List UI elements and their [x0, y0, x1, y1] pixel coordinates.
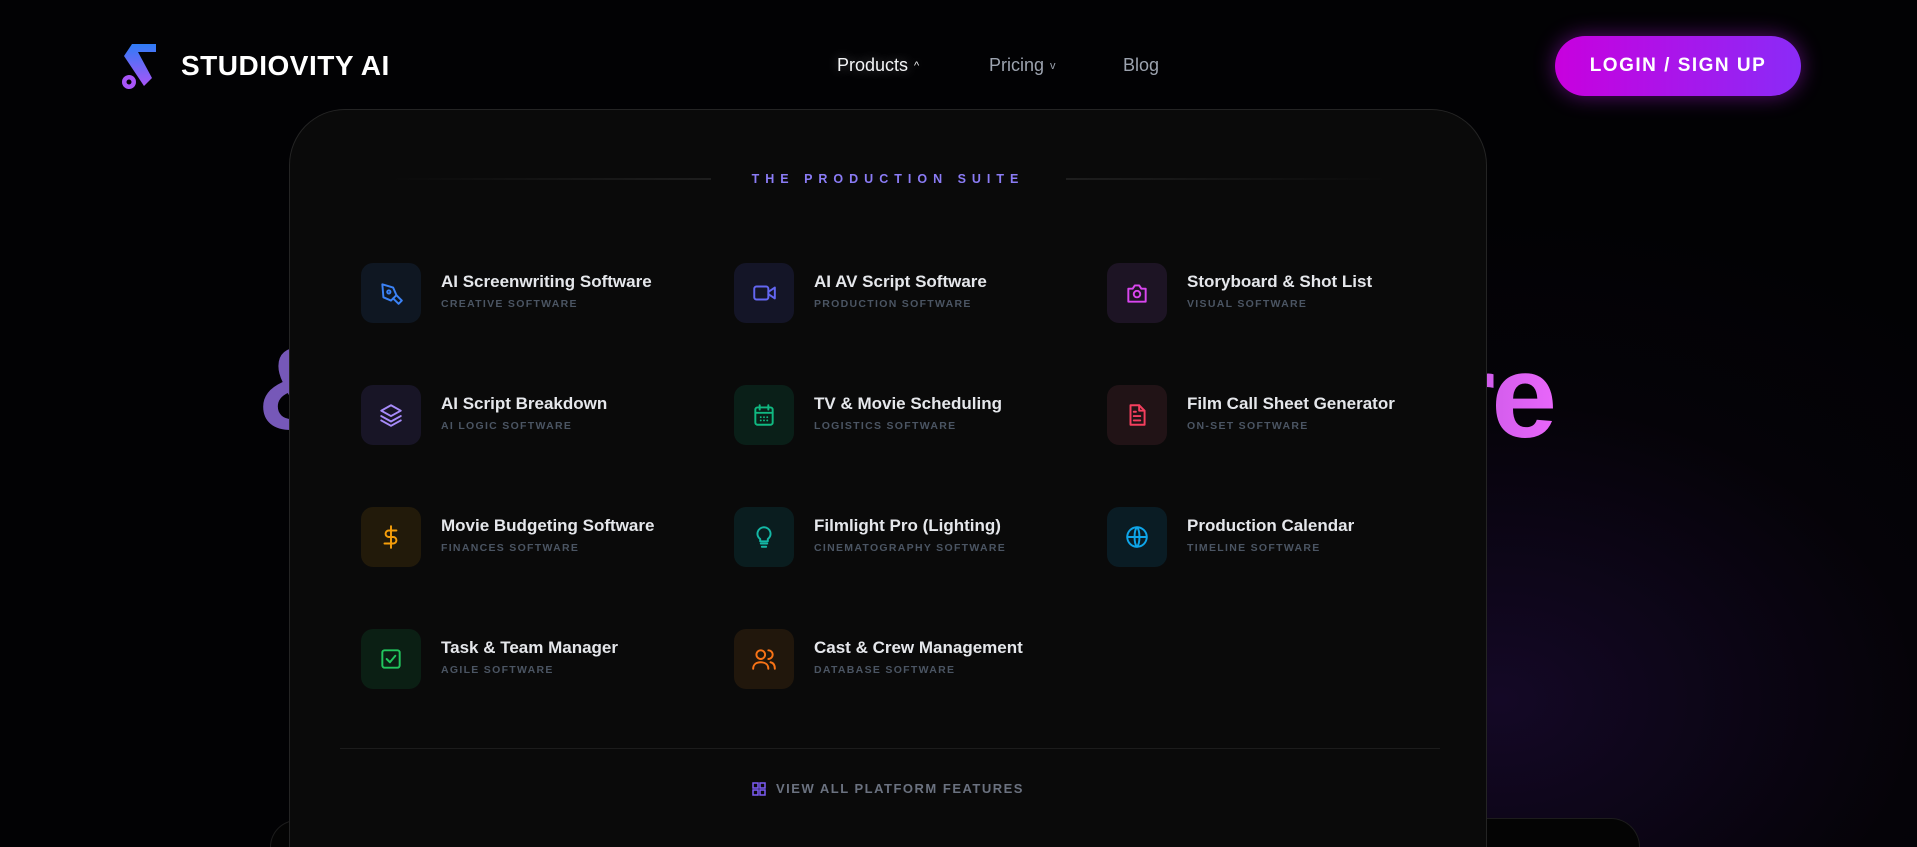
dollar-icon — [383, 525, 398, 549]
users-icon-box — [734, 629, 794, 689]
pen-icon-box — [361, 263, 421, 323]
product-title: AI AV Script Software — [814, 272, 987, 291]
suite-title: THE PRODUCTION SUITE — [751, 172, 1025, 186]
checkbox-icon — [381, 649, 401, 669]
product-title: AI Screenwriting Software — [441, 272, 652, 291]
product-category: DATABASE SOFTWARE — [814, 664, 956, 676]
product-title: Movie Budgeting Software — [441, 516, 655, 535]
camera-icon — [1127, 284, 1147, 303]
products-dropdown-panel: THE PRODUCTION SUITE AI Screenwriting So… — [289, 109, 1487, 847]
chevron-up-icon: ^ — [914, 59, 920, 72]
product-category: AI LOGIC SOFTWARE — [441, 420, 573, 432]
product-item[interactable]: AI Script Breakdown AI LOGIC SOFTWARE — [361, 385, 701, 445]
product-title: Filmlight Pro (Lighting) — [814, 516, 1001, 535]
product-title: AI Script Breakdown — [441, 394, 608, 413]
brand-name[interactable]: STUDIOVITY AI — [181, 50, 390, 82]
product-title: Task & Team Manager — [441, 638, 618, 657]
product-title: Production Calendar — [1187, 516, 1355, 535]
product-item[interactable]: Storyboard & Shot List VISUAL SOFTWARE — [1107, 263, 1447, 323]
product-item[interactable]: Production Calendar TIMELINE SOFTWARE — [1107, 507, 1447, 567]
product-item[interactable]: AI AV Script Software PRODUCTION SOFTWARE — [734, 263, 1074, 323]
product-category: TIMELINE SOFTWARE — [1187, 542, 1321, 554]
product-item[interactable]: Movie Budgeting Software FINANCES SOFTWAR… — [361, 507, 701, 567]
product-item[interactable]: Filmlight Pro (Lighting) CINEMATOGRAPHY S… — [734, 507, 1074, 567]
grid-icon — [752, 781, 766, 796]
layers-icon — [380, 404, 402, 427]
pen-icon — [381, 283, 403, 305]
product-item[interactable]: AI Screenwriting Software CREATIVE SOFTWA… — [361, 263, 701, 323]
nav-pricing[interactable]: Pricing v — [989, 55, 1056, 76]
view-all-label: VIEW ALL PLATFORM FEATURES — [776, 781, 1024, 796]
calendar-icon-box — [734, 385, 794, 445]
product-category: VISUAL SOFTWARE — [1187, 298, 1308, 310]
dollar-icon-box — [361, 507, 421, 567]
product-title: Cast & Crew Management — [814, 638, 1023, 657]
layers-icon-box — [361, 385, 421, 445]
nav-products[interactable]: Products ^ — [837, 55, 919, 76]
globe-icon-box — [1107, 507, 1167, 567]
product-item[interactable]: TV & Movie Scheduling LOGISTICS SOFTWARE — [734, 385, 1074, 445]
nav-blog[interactable]: Blog — [1123, 55, 1159, 76]
product-item[interactable]: Cast & Crew Management DATABASE SOFTWARE — [734, 629, 1074, 689]
product-title: TV & Movie Scheduling — [814, 394, 1002, 413]
product-category: ON-SET SOFTWARE — [1187, 420, 1309, 432]
product-category: AGILE SOFTWARE — [441, 664, 554, 676]
nav-products-label: Products — [837, 55, 909, 75]
product-category: FINANCES SOFTWARE — [441, 542, 580, 554]
video-icon-box — [734, 263, 794, 323]
view-all-features-link[interactable]: VIEW ALL PLATFORM FEATURES — [290, 781, 1486, 796]
document-icon — [1129, 404, 1146, 426]
camera-icon-box — [1107, 263, 1167, 323]
checkbox-icon-box — [361, 629, 421, 689]
nav-pricing-label: Pricing — [989, 55, 1045, 75]
product-category: CINEMATOGRAPHY SOFTWARE — [814, 542, 1007, 554]
globe-icon — [1126, 526, 1148, 548]
users-icon — [752, 649, 776, 670]
calendar-icon — [754, 404, 774, 426]
studiovity-logo-icon[interactable] — [120, 42, 160, 92]
product-item[interactable]: Task & Team Manager AGILE SOFTWARE — [361, 629, 701, 689]
product-category: CREATIVE SOFTWARE — [441, 298, 578, 310]
product-category: PRODUCTION SOFTWARE — [814, 298, 972, 310]
product-category: LOGISTICS SOFTWARE — [814, 420, 957, 432]
video-icon — [753, 285, 776, 301]
product-title: Film Call Sheet Generator — [1187, 394, 1395, 413]
product-title: Storyboard & Shot List — [1187, 272, 1373, 291]
lightbulb-icon — [756, 526, 772, 548]
footer-divider — [340, 748, 1440, 749]
login-signup-button[interactable]: LOGIN / SIGN UP — [1555, 36, 1801, 96]
lightbulb-icon-box — [734, 507, 794, 567]
document-icon-box — [1107, 385, 1167, 445]
product-item[interactable]: Film Call Sheet Generator ON-SET SOFTWARE — [1107, 385, 1447, 445]
chevron-down-icon: v — [1050, 59, 1056, 72]
